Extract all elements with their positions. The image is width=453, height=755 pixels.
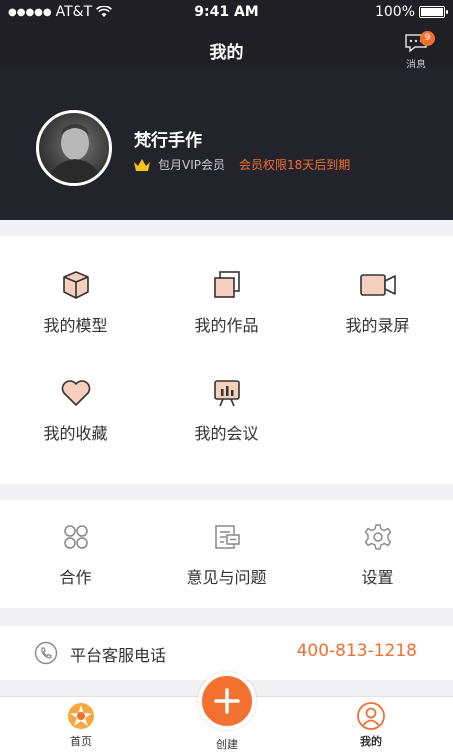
stack-icon (213, 271, 240, 298)
phone-icon (34, 641, 58, 665)
tab-mine[interactable]: 我的 (331, 701, 411, 749)
profile-card[interactable]: 梵行手作 包月VIP会员 会员权限18天后到期 (0, 68, 453, 220)
page-title: 我的 (209, 43, 244, 63)
cube-icon (62, 271, 89, 299)
my-favorites-item[interactable]: 我的收藏 (0, 378, 151, 444)
vip-expire-notice: 会员权限18天后到期 (239, 158, 351, 172)
my-recordings-item[interactable]: 我的录屏 (302, 270, 453, 336)
tab-home[interactable]: 首页 (41, 701, 121, 749)
customer-service-label: 平台客服电话 (70, 646, 167, 665)
status-bar: ●●●●● AT&T 9:41 AM 100% (0, 0, 453, 24)
plus-icon (214, 688, 240, 714)
my-meetings-item[interactable]: 我的会议 (151, 378, 302, 444)
battery-icon (419, 6, 448, 18)
create-label: 创建 (216, 738, 238, 751)
cooperation-item[interactable]: 合作 (0, 522, 151, 588)
profile-icon (357, 702, 385, 730)
crown-icon (134, 158, 150, 171)
home-icon (68, 703, 94, 729)
profile-name: 梵行手作 (134, 131, 202, 151)
my-recordings-label: 我的录屏 (345, 316, 410, 335)
presentation-board-icon (213, 380, 240, 407)
my-works-item[interactable]: 我的作品 (151, 270, 302, 336)
settings-label: 设置 (361, 568, 394, 587)
customer-service-phone[interactable]: 400-813-1218 (297, 641, 417, 661)
feedback-item[interactable]: 意见与问题 (151, 522, 302, 588)
my-works-label: 我的作品 (194, 316, 259, 335)
create-button[interactable] (198, 672, 256, 730)
vip-label: 包月VIP会员 (158, 158, 225, 172)
video-camera-icon (359, 274, 396, 296)
features-section: 我的模型 我的作品 我的录屏 我的收藏 我的会议 (0, 236, 453, 484)
avatar[interactable] (36, 110, 112, 186)
feedback-icon (214, 525, 240, 549)
vip-row: 包月VIP会员 会员权限18天后到期 (132, 156, 350, 173)
messages-button[interactable]: 9 消息 (401, 31, 435, 71)
my-models-label: 我的模型 (43, 316, 108, 335)
my-favorites-label: 我的收藏 (43, 424, 108, 443)
tab-home-label: 首页 (70, 735, 92, 748)
avatar-portrait (47, 124, 103, 183)
tab-mine-label: 我的 (360, 735, 382, 748)
cooperation-label: 合作 (59, 568, 92, 587)
battery-percent: 100% (374, 4, 415, 20)
my-models-item[interactable]: 我的模型 (0, 270, 151, 336)
my-meetings-label: 我的会议 (194, 424, 259, 443)
feedback-label: 意见与问题 (186, 568, 267, 587)
cooperation-icon (63, 525, 88, 549)
status-right: 100% (374, 4, 448, 20)
tools-section: 合作 意见与问题 设置 (0, 500, 453, 608)
messages-badge: 9 (420, 31, 435, 46)
gear-icon (364, 524, 391, 550)
settings-item[interactable]: 设置 (302, 522, 453, 588)
nav-bar: 我的 9 消息 (0, 24, 453, 71)
heart-icon (61, 380, 90, 406)
